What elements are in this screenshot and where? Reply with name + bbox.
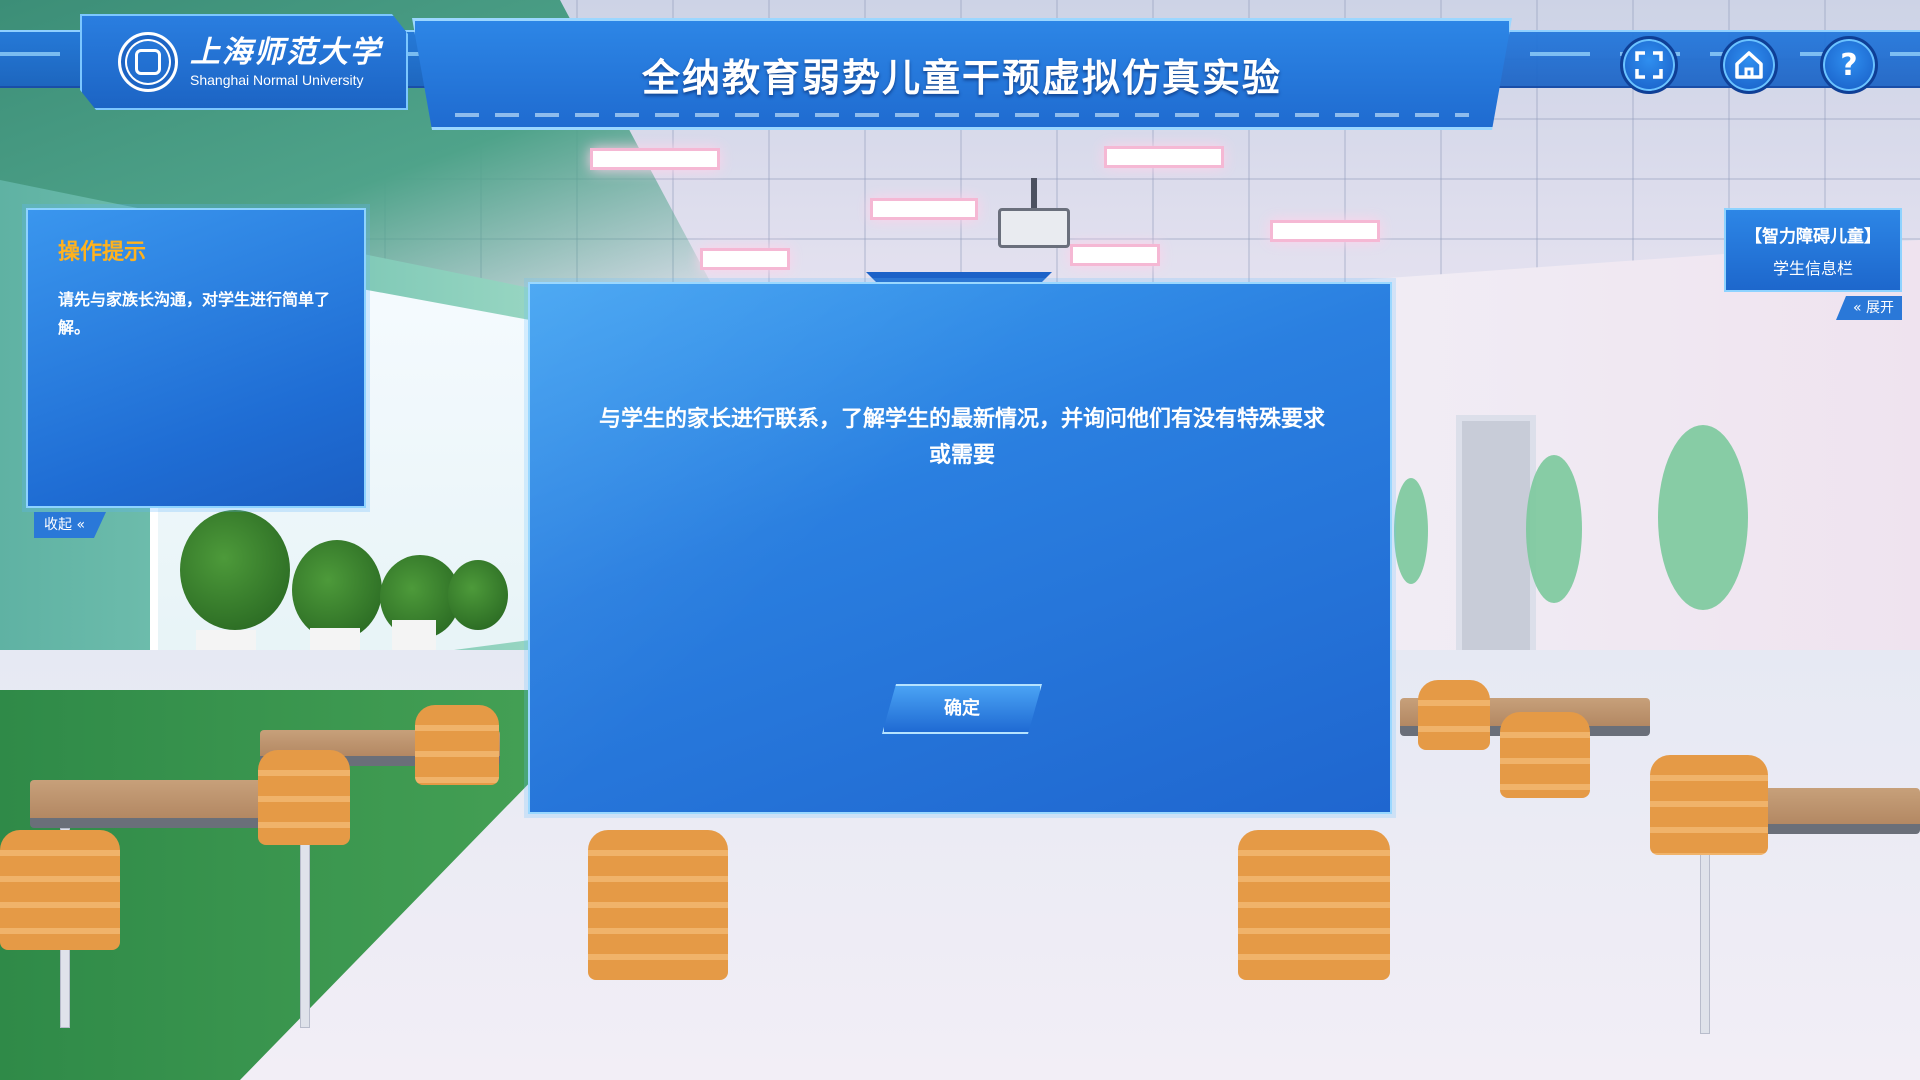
tips-text: 请先与家族长沟通，对学生进行简单了解。 (58, 290, 331, 337)
wall-decoration (1394, 478, 1428, 584)
ceiling-light (1104, 146, 1224, 168)
wall-decoration (1526, 455, 1582, 603)
title-banner: 全纳教育弱势儿童干预虚拟仿真实验 (412, 18, 1512, 130)
chair (1500, 712, 1590, 798)
wall-decoration (1658, 425, 1748, 610)
chair (415, 705, 499, 785)
potted-plant (448, 560, 508, 630)
student-info-panel[interactable]: 【智力障碍儿童】 学生信息栏 (1724, 208, 1902, 292)
confirm-button[interactable]: 确定 (882, 684, 1042, 734)
door (1456, 415, 1536, 665)
ceiling-light (1270, 220, 1380, 242)
task-dialog: 与学生的家长进行联系，了解学生的最新情况，并询问他们有没有特殊要求或需要 确定 (528, 282, 1392, 814)
operation-tips-panel: 操作提示 请先与家族长沟通，对学生进行简单了解。 (26, 208, 366, 508)
projector-mount (1031, 178, 1037, 210)
ceiling-light (870, 198, 978, 220)
fullscreen-icon (1635, 51, 1663, 79)
home-icon (1735, 51, 1763, 79)
dialog-message: 与学生的家长进行联系，了解学生的最新情况，并询问他们有没有特殊要求或需要 (598, 407, 1325, 468)
potted-plant (292, 540, 382, 640)
expand-student-info-button[interactable]: « 展开 (1836, 296, 1902, 320)
chair (258, 750, 350, 845)
potted-plant (180, 510, 290, 630)
university-seal-icon (118, 32, 178, 92)
collapse-tips-button[interactable]: 收起 « (34, 512, 106, 538)
chair (1238, 830, 1390, 980)
chair (1650, 755, 1768, 855)
help-button[interactable]: ? (1820, 36, 1878, 94)
home-button[interactable] (1720, 36, 1778, 94)
chair (588, 830, 728, 980)
student-info-label: 学生信息栏 (1772, 259, 1853, 278)
logo-name-cn: 上海师范大学 (190, 35, 382, 70)
chair (1418, 680, 1490, 750)
chair (0, 830, 120, 950)
university-logo: 上海师范大学 Shanghai Normal University (80, 14, 408, 110)
page-title: 全纳教育弱势儿童干预虚拟仿真实验 (641, 55, 1282, 100)
fullscreen-button[interactable] (1620, 36, 1678, 94)
desk-leg (300, 828, 310, 1028)
ceiling-light (700, 248, 790, 270)
desk-leg (1700, 834, 1710, 1034)
projector (998, 208, 1070, 248)
ceiling-light (1070, 244, 1160, 266)
help-icon: ? (1840, 47, 1858, 83)
tips-title: 操作提示 (58, 240, 147, 265)
student-type: 【智力障碍儿童】 (1745, 227, 1881, 247)
logo-name-en: Shanghai Normal University (190, 72, 364, 88)
ceiling-light (590, 148, 720, 170)
